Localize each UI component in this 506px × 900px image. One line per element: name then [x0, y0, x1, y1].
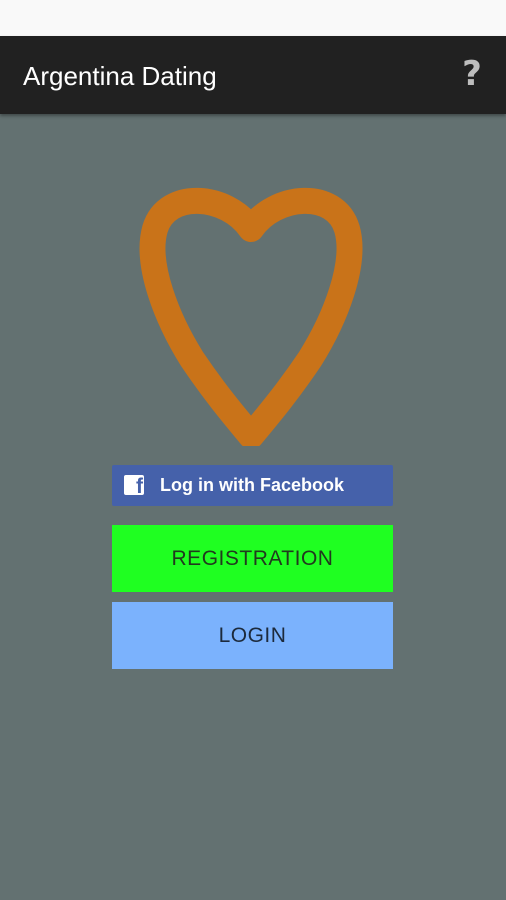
status-bar [0, 0, 506, 36]
app-bar: Argentina Dating ? [0, 36, 506, 114]
facebook-login-label: Log in with Facebook [160, 475, 344, 495]
facebook-icon: f [124, 475, 144, 495]
facebook-icon-glyph: f [136, 475, 143, 495]
heart-logo-icon [137, 184, 365, 446]
app-title: Argentina Dating [23, 61, 217, 91]
help-question-icon[interactable]: ? [458, 54, 486, 94]
app-screen: Argentina Dating ? f Log in with Faceboo… [0, 0, 506, 900]
registration-button[interactable]: REGISTRATION [112, 525, 393, 592]
login-button[interactable]: LOGIN [112, 602, 393, 669]
facebook-login-button[interactable]: f Log in with Facebook [112, 465, 393, 506]
